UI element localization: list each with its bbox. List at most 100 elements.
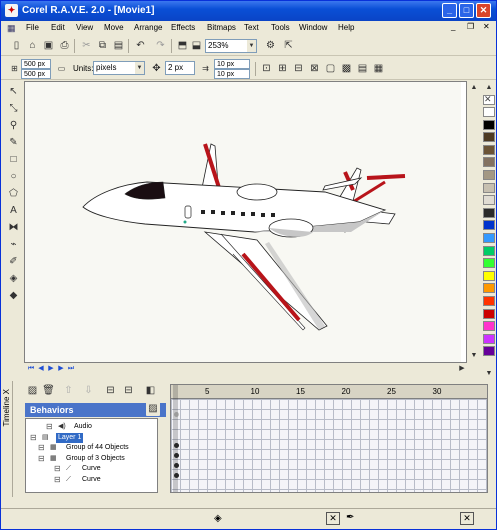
palette-swatch[interactable] <box>483 333 495 344</box>
tree-row[interactable]: ⊟ ▤ Layer 1 <box>26 432 159 443</box>
expand-all-icon[interactable]: ⊟ <box>103 383 118 398</box>
tree-row[interactable]: ⊟ ▦ Group of 44 Objects <box>26 443 159 453</box>
palette-scroll-up-icon[interactable]: ▲ <box>483 82 495 93</box>
landscape-icon[interactable]: ▭ <box>54 61 69 76</box>
menu-edit[interactable]: Edit <box>51 23 65 32</box>
playhead[interactable] <box>173 385 178 492</box>
palette-swatch[interactable] <box>483 270 495 281</box>
eyedropper-tool-icon[interactable]: ⌁ <box>5 236 22 253</box>
palette-swatch[interactable] <box>483 132 495 143</box>
pick-tool-icon[interactable]: ↖ <box>5 83 22 100</box>
menu-help[interactable]: Help <box>338 23 354 32</box>
background-color-icon[interactable]: ▩ <box>339 61 354 76</box>
new-layer-icon[interactable]: ▨ <box>25 383 40 398</box>
palette-swatch[interactable] <box>483 321 495 332</box>
palette-swatch[interactable] <box>483 195 495 206</box>
last-frame-icon[interactable]: ⏭ <box>65 363 77 374</box>
menu-arrange[interactable]: Arrange <box>134 23 162 32</box>
duplicate-y-field[interactable]: 10 px <box>214 69 250 79</box>
tree-expander-icon[interactable]: ⊟ <box>38 454 45 464</box>
redo-icon[interactable]: ↷ <box>153 38 168 53</box>
doc-restore-button[interactable]: ❐ <box>467 22 474 31</box>
tree-expander-icon[interactable]: ⊟ <box>38 443 45 453</box>
freehand-tool-icon[interactable]: ✎ <box>5 134 22 151</box>
shape-tool-icon[interactable]: ⤡ <box>5 100 22 117</box>
interactive-blend-icon[interactable]: ⧓ <box>5 219 22 236</box>
menu-file[interactable]: File <box>26 23 39 32</box>
frame-cells[interactable] <box>171 399 487 492</box>
doc-menu-icon[interactable]: ▦ <box>7 23 16 34</box>
document-info-icon[interactable]: ▦ <box>371 61 386 76</box>
ellipse-tool-icon[interactable]: ○ <box>5 168 22 185</box>
maximize-button[interactable]: □ <box>459 3 474 18</box>
palette-swatch[interactable] <box>483 346 495 357</box>
doc-minimize-button[interactable]: _ <box>451 22 455 31</box>
menu-text[interactable]: Text <box>244 23 259 32</box>
zoom-field[interactable]: 253% ▼ <box>205 39 257 53</box>
tree-expander-icon[interactable]: ⊟ <box>54 475 61 485</box>
tree-expander-icon[interactable]: ⊟ <box>30 433 37 443</box>
menu-view[interactable]: View <box>76 23 93 32</box>
tree-expander-icon[interactable]: ⊟ <box>54 464 61 474</box>
size-lock-icon[interactable]: ⊞ <box>7 61 22 76</box>
outline-tool-icon[interactable]: ✐ <box>5 253 22 270</box>
palette-swatch[interactable] <box>483 220 495 231</box>
palette-scroll-down-icon[interactable]: ▼ <box>483 368 495 379</box>
polygon-tool-icon[interactable]: ⬠ <box>5 185 22 202</box>
palette-swatch[interactable] <box>483 170 495 180</box>
tree-row[interactable]: ⊟ ⟋ Curve <box>26 475 159 485</box>
palette-swatch[interactable] <box>483 157 495 168</box>
palette-swatch[interactable] <box>483 144 495 155</box>
units-dropdown[interactable]: pixels ▼ <box>93 61 145 75</box>
collapse-all-icon[interactable]: ⊟ <box>121 383 136 398</box>
width-field[interactable]: 500 px <box>21 59 51 69</box>
snap-grid-icon[interactable]: ⊞ <box>275 61 290 76</box>
drawing-stage[interactable] <box>24 81 467 363</box>
rectangle-tool-icon[interactable]: □ <box>5 151 22 168</box>
doc-close-button[interactable]: ✕ <box>483 22 490 31</box>
palette-swatch[interactable] <box>483 233 495 243</box>
menu-move[interactable]: Move <box>104 23 124 32</box>
duplicate-x-field[interactable]: 10 px <box>214 59 250 69</box>
scroll-right-icon[interactable]: ▶ <box>456 363 468 374</box>
snap-objects-icon[interactable]: ⊠ <box>307 61 322 76</box>
application-launcher-icon[interactable]: ⚙ <box>263 38 278 53</box>
corel-rave-icon[interactable]: ✦ <box>5 4 18 17</box>
undo-icon[interactable]: ↶ <box>133 38 148 53</box>
minimize-button[interactable]: _ <box>442 3 457 18</box>
interactive-fill-icon[interactable]: ◆ <box>5 287 22 304</box>
print-icon[interactable]: ⎙ <box>57 38 72 53</box>
fill-indicator-icon[interactable]: ◈ <box>214 513 222 524</box>
behaviors-header[interactable]: Behaviors <box>25 403 166 417</box>
snap-guides-icon[interactable]: ⊟ <box>291 61 306 76</box>
copy-icon[interactable]: ⧉ <box>95 38 110 53</box>
behaviors-options-icon[interactable]: ▨ <box>146 402 160 416</box>
import-icon[interactable]: ⬒ <box>175 38 190 53</box>
new-document-icon[interactable]: ▯ <box>9 38 24 53</box>
menu-bitmaps[interactable]: Bitmaps <box>207 23 236 32</box>
vertical-scrollbar[interactable]: ▲ ▼ <box>467 81 481 363</box>
tree-row[interactable]: ⊟ ⟋ Curve <box>26 464 159 474</box>
menu-tools[interactable]: Tools <box>271 23 290 32</box>
delete-icon[interactable]: 🗑 <box>41 383 56 398</box>
close-button[interactable]: ✕ <box>476 3 491 18</box>
fill-tool-icon[interactable]: ◈ <box>5 270 22 287</box>
help-pointer-icon[interactable]: ⇱ <box>281 38 296 53</box>
timeline-docker-tab[interactable]: Timeline X <box>1 381 13 497</box>
nudge-field[interactable]: 2 px <box>165 61 195 75</box>
export-icon[interactable]: ⬓ <box>189 38 204 53</box>
menu-effects[interactable]: Effects <box>171 23 195 32</box>
paste-icon[interactable]: ▤ <box>111 38 126 53</box>
palette-swatch[interactable] <box>483 182 495 193</box>
palette-swatch[interactable] <box>483 107 495 117</box>
timeline-frames[interactable]: 5 10 15 20 25 30 <box>170 384 488 493</box>
no-color-swatch[interactable]: ✕ <box>483 94 495 105</box>
move-up-icon[interactable]: ⇧ <box>61 383 76 398</box>
tree-expander-icon[interactable]: ⊟ <box>46 422 53 432</box>
cut-icon[interactable]: ✂ <box>79 38 94 53</box>
stage-canvas[interactable] <box>25 82 461 362</box>
palette-swatch[interactable] <box>483 258 495 269</box>
chevron-down-icon[interactable]: ▼ <box>247 40 256 52</box>
menu-window[interactable]: Window <box>299 23 327 32</box>
text-tool-icon[interactable]: A <box>5 202 22 219</box>
